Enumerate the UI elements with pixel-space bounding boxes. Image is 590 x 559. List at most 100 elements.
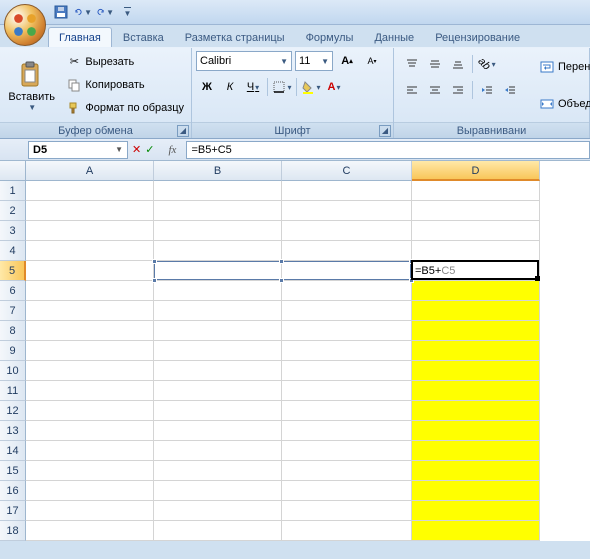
decrease-indent-button[interactable]: [476, 79, 498, 101]
fx-icon[interactable]: fx: [164, 142, 180, 158]
tab-данные[interactable]: Данные: [364, 28, 424, 47]
cell-D10[interactable]: [412, 361, 540, 381]
copy-button[interactable]: Копировать: [62, 75, 188, 95]
orientation-button[interactable]: ab▾: [476, 53, 498, 75]
cell-C15[interactable]: [282, 461, 412, 481]
row-header-4[interactable]: 4: [0, 241, 26, 261]
col-header-B[interactable]: B: [154, 161, 282, 181]
cell-A16[interactable]: [26, 481, 154, 501]
dialog-launcher-icon[interactable]: ◢: [177, 125, 189, 137]
range-handle[interactable]: [279, 259, 284, 264]
redo-icon[interactable]: ▼: [96, 3, 114, 21]
cell-D9[interactable]: [412, 341, 540, 361]
cell-A15[interactable]: [26, 461, 154, 481]
cell-B17[interactable]: [154, 501, 282, 521]
font-size-combo[interactable]: ▼: [295, 51, 333, 71]
cell-A1[interactable]: [26, 181, 154, 201]
enter-formula-icon[interactable]: ✓: [145, 143, 154, 156]
active-cell[interactable]: =B5+C5: [411, 260, 539, 280]
tab-главная[interactable]: Главная: [48, 27, 112, 47]
paste-button[interactable]: Вставить ▼: [3, 51, 60, 119]
cell-D1[interactable]: [412, 181, 540, 201]
cell-A14[interactable]: [26, 441, 154, 461]
cut-button[interactable]: ✂Вырезать: [62, 52, 188, 72]
align-middle-button[interactable]: [424, 53, 446, 75]
cancel-formula-icon[interactable]: ✕: [132, 143, 141, 156]
tab-вставка[interactable]: Вставка: [113, 28, 174, 47]
border-button[interactable]: ▾: [271, 76, 293, 98]
cell-C16[interactable]: [282, 481, 412, 501]
row-header-18[interactable]: 18: [0, 521, 26, 541]
cell-C1[interactable]: [282, 181, 412, 201]
increase-indent-button[interactable]: [499, 79, 521, 101]
cell-A3[interactable]: [26, 221, 154, 241]
cell-C6[interactable]: [282, 281, 412, 301]
row-header-5[interactable]: 5: [0, 261, 26, 281]
cell-C12[interactable]: [282, 401, 412, 421]
dialog-launcher-icon[interactable]: ◢: [379, 125, 391, 137]
align-right-button[interactable]: [447, 79, 469, 101]
cell-A11[interactable]: [26, 381, 154, 401]
cell-B7[interactable]: [154, 301, 282, 321]
cell-B1[interactable]: [154, 181, 282, 201]
cell-C13[interactable]: [282, 421, 412, 441]
cell-C11[interactable]: [282, 381, 412, 401]
cell-B4[interactable]: [154, 241, 282, 261]
cell-D17[interactable]: [412, 501, 540, 521]
cell-B18[interactable]: [154, 521, 282, 541]
cell-A7[interactable]: [26, 301, 154, 321]
cell-B15[interactable]: [154, 461, 282, 481]
cell-D3[interactable]: [412, 221, 540, 241]
cell-B3[interactable]: [154, 221, 282, 241]
fill-handle[interactable]: [535, 276, 540, 281]
select-all-corner[interactable]: [0, 161, 26, 181]
cell-A18[interactable]: [26, 521, 154, 541]
cell-B8[interactable]: [154, 321, 282, 341]
cell-D2[interactable]: [412, 201, 540, 221]
cell-C14[interactable]: [282, 441, 412, 461]
row-header-11[interactable]: 11: [0, 381, 26, 401]
bold-button[interactable]: Ж: [196, 76, 218, 98]
row-header-15[interactable]: 15: [0, 461, 26, 481]
row-header-6[interactable]: 6: [0, 281, 26, 301]
fill-color-button[interactable]: ▾: [300, 76, 322, 98]
qat-customize-icon[interactable]: ▼: [118, 3, 136, 21]
range-handle[interactable]: [152, 259, 157, 264]
cell-D16[interactable]: [412, 481, 540, 501]
cell-C18[interactable]: [282, 521, 412, 541]
row-header-8[interactable]: 8: [0, 321, 26, 341]
col-header-C[interactable]: C: [282, 161, 412, 181]
cell-B16[interactable]: [154, 481, 282, 501]
cell-A8[interactable]: [26, 321, 154, 341]
cell-D12[interactable]: [412, 401, 540, 421]
col-header-D[interactable]: D: [412, 161, 540, 181]
align-center-button[interactable]: [424, 79, 446, 101]
row-header-2[interactable]: 2: [0, 201, 26, 221]
col-header-A[interactable]: A: [26, 161, 154, 181]
cell-B11[interactable]: [154, 381, 282, 401]
cell-C17[interactable]: [282, 501, 412, 521]
align-left-button[interactable]: [401, 79, 423, 101]
name-box[interactable]: D5▼: [28, 141, 128, 159]
cell-C3[interactable]: [282, 221, 412, 241]
range-handle[interactable]: [279, 278, 284, 283]
save-icon[interactable]: [52, 3, 70, 21]
font-name-combo[interactable]: ▼: [196, 51, 292, 71]
shrink-font-button[interactable]: A▾: [361, 50, 383, 72]
row-header-16[interactable]: 16: [0, 481, 26, 501]
range-handle[interactable]: [152, 278, 157, 283]
cell-D15[interactable]: [412, 461, 540, 481]
cell-C9[interactable]: [282, 341, 412, 361]
row-header-1[interactable]: 1: [0, 181, 26, 201]
office-button[interactable]: [4, 4, 46, 46]
tab-разметка страницы[interactable]: Разметка страницы: [175, 28, 295, 47]
row-header-3[interactable]: 3: [0, 221, 26, 241]
cell-A10[interactable]: [26, 361, 154, 381]
cell-C7[interactable]: [282, 301, 412, 321]
cell-D8[interactable]: [412, 321, 540, 341]
row-header-10[interactable]: 10: [0, 361, 26, 381]
row-header-13[interactable]: 13: [0, 421, 26, 441]
row-header-7[interactable]: 7: [0, 301, 26, 321]
cell-C5[interactable]: [282, 261, 412, 281]
cell-A4[interactable]: [26, 241, 154, 261]
